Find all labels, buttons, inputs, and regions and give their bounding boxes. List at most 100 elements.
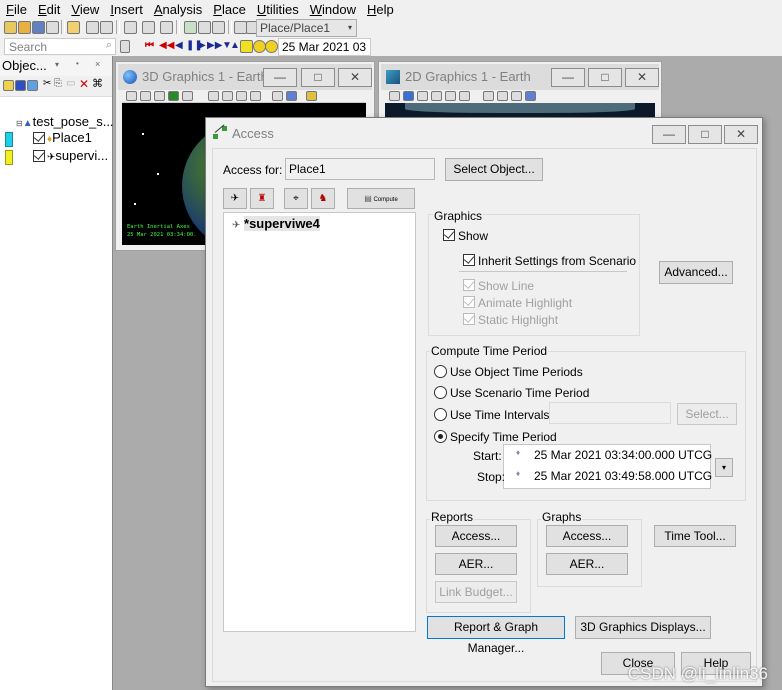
menu-window[interactable]: Window xyxy=(304,2,361,17)
access-icon[interactable] xyxy=(184,21,197,34)
maximize-button[interactable]: □ xyxy=(301,68,335,87)
draw-icon[interactable] xyxy=(272,91,283,101)
new-2d-window-icon[interactable] xyxy=(142,21,155,34)
compass-icon[interactable] xyxy=(497,91,508,101)
insert-object-icon[interactable] xyxy=(67,21,80,34)
menu-insert[interactable]: Insert xyxy=(104,2,148,17)
properties-icon[interactable] xyxy=(182,91,193,101)
object-combo[interactable]: Place/Place1 ▾ xyxy=(256,19,357,37)
tree-scenario[interactable]: ⊟▲test_pose_s... xyxy=(16,114,114,129)
new-3d-window-icon[interactable] xyxy=(124,21,137,34)
select-intervals-button[interactable]: Select... xyxy=(677,403,737,425)
menu-edit[interactable]: Edit xyxy=(32,2,65,17)
maximize-button[interactable]: □ xyxy=(688,125,722,144)
report-icon[interactable] xyxy=(100,21,113,34)
dropdown-tool-icon[interactable] xyxy=(160,21,173,34)
binoculars-icon[interactable]: ⌘ xyxy=(92,77,103,90)
use-scenario-time-radio[interactable] xyxy=(434,386,447,399)
graphics-displays-button[interactable]: 3D Graphics Displays... xyxy=(575,616,711,639)
home-view-icon[interactable] xyxy=(126,91,137,101)
menu-analysis[interactable]: Analysis xyxy=(148,2,207,17)
close-button[interactable]: ✕ xyxy=(338,68,372,87)
menu-utilities[interactable]: Utilities xyxy=(251,2,304,17)
globe-icon[interactable] xyxy=(525,91,536,101)
filter-target-button[interactable]: ⌖ xyxy=(284,188,308,209)
step-forward-icon[interactable]: ▶▶ xyxy=(207,40,222,52)
realtime-icon[interactable] xyxy=(240,40,253,53)
filter-aircraft-button[interactable]: ✈ xyxy=(223,188,247,209)
open-icon[interactable] xyxy=(18,21,31,34)
close-icon[interactable]: × xyxy=(95,59,100,69)
play-reverse-icon[interactable]: ◀ xyxy=(175,40,185,52)
tree-item-satellite[interactable]: ✈supervi... xyxy=(47,148,108,163)
new-folder-icon[interactable] xyxy=(3,80,14,91)
orientation-icon[interactable] xyxy=(222,91,233,101)
report-access-button[interactable]: Access... xyxy=(435,525,517,547)
route-icon[interactable] xyxy=(198,21,211,34)
properties-icon[interactable] xyxy=(46,21,59,34)
menu-place[interactable]: Place xyxy=(207,2,251,17)
expand-icon[interactable]: ⊟ xyxy=(16,119,23,128)
menu-help[interactable]: Help xyxy=(361,2,399,17)
filter-facility-button[interactable]: ♜ xyxy=(250,188,274,209)
inherit-settings-checkbox[interactable] xyxy=(463,253,475,266)
step-back-icon[interactable]: ◀◀ xyxy=(159,40,174,52)
lighting-icon[interactable] xyxy=(236,91,247,101)
globe-manager-icon[interactable] xyxy=(286,91,297,101)
maximize-button[interactable]: □ xyxy=(588,68,622,87)
menu-view[interactable]: View xyxy=(65,2,104,17)
start-time-value[interactable]: 25 Mar 2021 03:34:00.000 UTCG xyxy=(534,448,712,462)
copy-icon[interactable]: ⎘ xyxy=(54,78,62,89)
cut-icon[interactable]: ✂ xyxy=(43,78,51,89)
time-options-button[interactable]: ▾ xyxy=(715,458,733,477)
stop-time-value[interactable]: 25 Mar 2021 03:49:58.000 UTCG xyxy=(534,469,712,483)
select-object-button[interactable]: Select Object... xyxy=(445,158,543,181)
satellite-checkbox[interactable] xyxy=(33,149,45,162)
static-highlight-checkbox[interactable] xyxy=(463,312,475,325)
minimize-button[interactable]: — xyxy=(652,125,686,144)
zoom-in-icon[interactable] xyxy=(417,91,428,101)
zoom-icon[interactable] xyxy=(154,91,165,101)
save-icon[interactable] xyxy=(32,21,45,34)
pan-icon[interactable] xyxy=(140,91,151,101)
search-input[interactable]: Search ⌕ xyxy=(4,38,116,55)
specify-time-radio[interactable] xyxy=(434,430,447,443)
show-line-checkbox[interactable] xyxy=(463,278,475,291)
details-icon[interactable] xyxy=(483,91,494,101)
deck-access-icon[interactable] xyxy=(212,21,225,34)
access-dialog-titlebar[interactable]: Access — □ ✕ xyxy=(206,118,762,148)
view-from-icon[interactable] xyxy=(168,91,179,101)
time-step-icon[interactable] xyxy=(265,40,278,53)
properties-icon[interactable] xyxy=(15,80,26,91)
properties-icon[interactable] xyxy=(389,91,400,101)
graph-access-button[interactable]: Access... xyxy=(546,525,628,547)
use-object-time-radio[interactable] xyxy=(434,365,447,378)
print-icon[interactable] xyxy=(86,21,99,34)
list-item[interactable]: ✈ *superviwe4 xyxy=(232,216,320,231)
filter-vehicle-button[interactable]: ♞ xyxy=(311,188,335,209)
graphics-3d-titlebar[interactable]: 3D Graphics 1 - Earth — □ ✕ xyxy=(118,64,372,90)
chevron-down-icon[interactable]: ▾ xyxy=(55,60,59,69)
menu-file[interactable]: File xyxy=(0,2,32,17)
display-icon[interactable] xyxy=(27,80,38,91)
camera-icon[interactable] xyxy=(250,91,261,101)
advanced-button[interactable]: Advanced... xyxy=(659,261,733,284)
image-icon[interactable] xyxy=(511,91,522,101)
report-graph-manager-button[interactable]: Report & Graph Manager... xyxy=(427,616,565,655)
delete-icon[interactable]: ✕ xyxy=(79,77,89,91)
place1-checkbox[interactable] xyxy=(33,131,45,144)
pin-icon[interactable]: • xyxy=(76,59,79,68)
measure-icon[interactable] xyxy=(208,91,219,101)
reset-icon[interactable]: ⏮ xyxy=(145,40,157,52)
animate-highlight-checkbox[interactable] xyxy=(463,295,475,308)
record-icon[interactable] xyxy=(306,91,317,101)
target-list[interactable]: ✈ *superviwe4 xyxy=(223,212,416,632)
minimize-button[interactable]: — xyxy=(551,68,585,87)
compute-button[interactable]: ▤ Compute xyxy=(347,188,415,209)
new-icon[interactable] xyxy=(4,21,17,34)
map-props-icon[interactable] xyxy=(445,91,456,101)
use-time-intervals-radio[interactable] xyxy=(434,408,447,421)
link-budget-button[interactable]: Link Budget... xyxy=(435,581,517,603)
date-display[interactable]: 25 Mar 2021 03 xyxy=(278,38,371,56)
close-button[interactable]: ✕ xyxy=(625,68,659,87)
